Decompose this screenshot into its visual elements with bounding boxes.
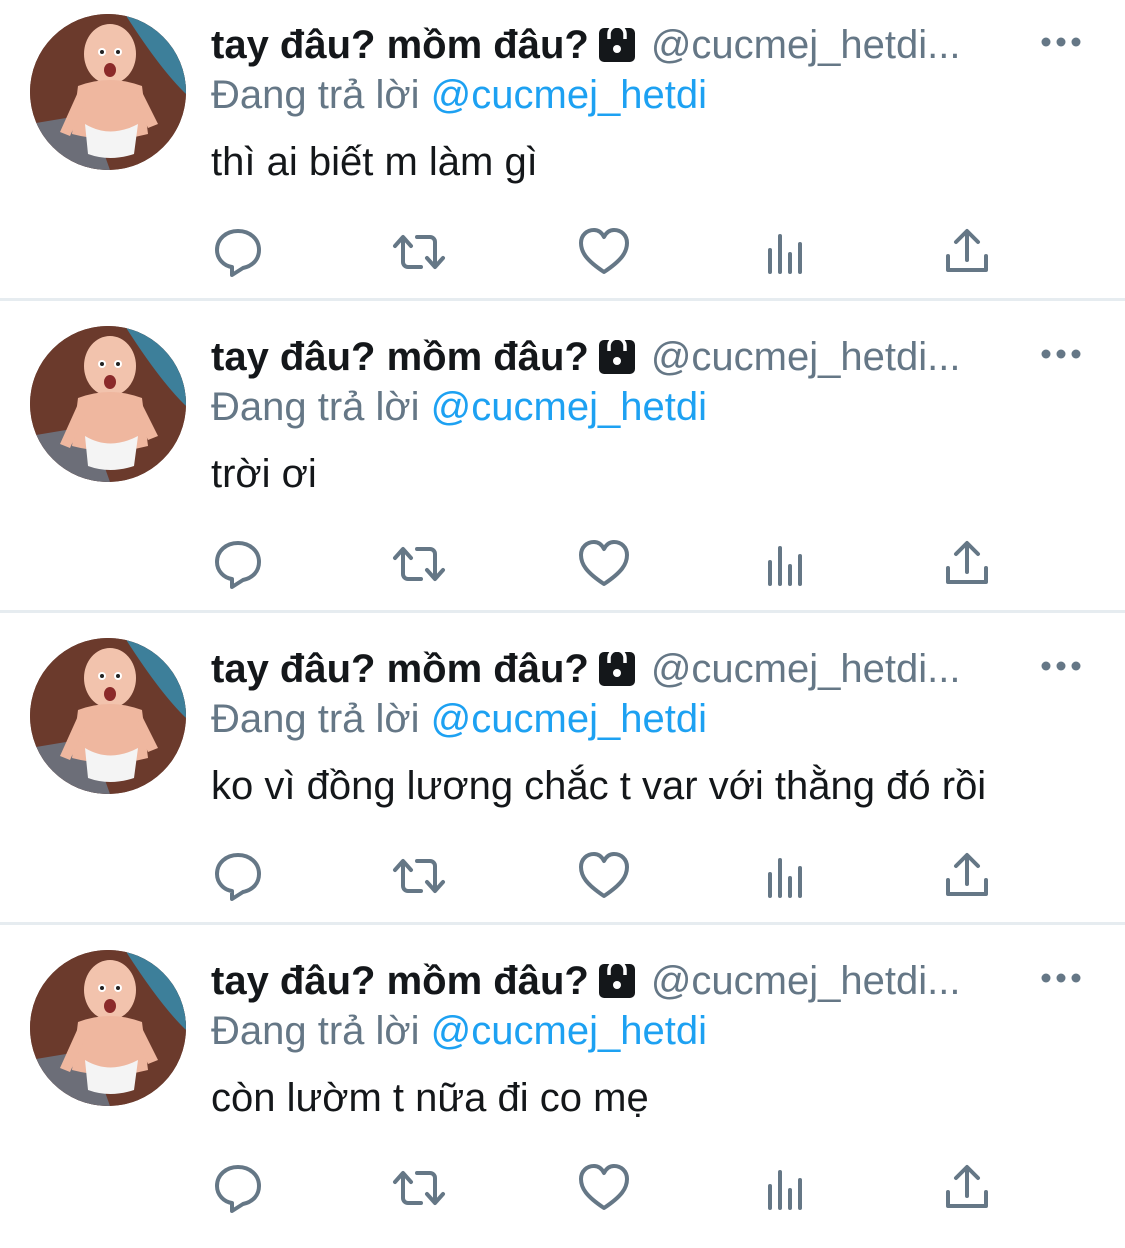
reply-button[interactable] <box>210 536 266 592</box>
retweet-icon <box>393 235 445 269</box>
tweet[interactable]: tay đâu? mồm đâu? @cucmej_hetdi... Đang t… <box>0 936 1125 1248</box>
tweet-divider <box>0 610 1125 613</box>
retweet-icon <box>393 859 445 893</box>
analytics-icon <box>768 234 802 274</box>
analytics-icon <box>768 546 802 586</box>
more-icon[interactable] <box>1040 968 1082 988</box>
analytics-button[interactable] <box>758 224 814 280</box>
tweet-header: tay đâu? mồm đâu? @cucmej_hetdi... <box>211 954 1041 1008</box>
reply-prefix: Đang trả lời <box>211 1009 420 1053</box>
display-name[interactable]: tay đâu? mồm đâu? <box>211 959 589 1003</box>
reply-icon <box>215 1165 261 1213</box>
tweet-divider <box>0 298 1125 301</box>
reply-icon <box>215 541 261 589</box>
display-name[interactable]: tay đâu? mồm đâu? <box>211 335 589 379</box>
more-icon[interactable] <box>1040 32 1082 52</box>
reply-mention-link[interactable]: @cucmej_hetdi <box>431 73 707 117</box>
heart-icon <box>579 540 629 586</box>
like-button[interactable] <box>576 1160 632 1216</box>
reply-feed: tay đâu? mồm đâu? @cucmej_hetdi... Đang t… <box>0 0 1125 1223</box>
reply-context: Đang trả lời @cucmej_hetdi <box>211 70 707 120</box>
lock-icon <box>598 960 635 998</box>
display-name[interactable]: tay đâu? mồm đâu? <box>211 647 589 691</box>
share-icon <box>946 229 988 272</box>
reply-context: Đang trả lời @cucmej_hetdi <box>211 694 707 744</box>
tweet-header: tay đâu? mồm đâu? @cucmej_hetdi... <box>211 642 1041 696</box>
analytics-button[interactable] <box>758 1160 814 1216</box>
more-icon[interactable] <box>1040 656 1082 676</box>
retweet-button[interactable] <box>391 848 447 904</box>
avatar[interactable] <box>30 326 186 482</box>
avatar[interactable] <box>30 14 186 170</box>
share-icon <box>946 1165 988 1208</box>
share-button[interactable] <box>939 1160 995 1216</box>
retweet-icon <box>393 1171 445 1205</box>
handle[interactable]: @cucmej_hetdi... <box>651 335 961 379</box>
handle[interactable]: @cucmej_hetdi... <box>651 647 961 691</box>
tweet[interactable]: tay đâu? mồm đâu? @cucmej_hetdi... Đang t… <box>0 624 1125 936</box>
share-button[interactable] <box>939 848 995 904</box>
tweet-text: thì ai biết m làm gì <box>211 140 538 184</box>
tweet-text: còn lườm t nữa đi co mẹ <box>211 1076 649 1120</box>
retweet-button[interactable] <box>391 224 447 280</box>
reply-mention-link[interactable]: @cucmej_hetdi <box>431 385 707 429</box>
tweet-text: ko vì đồng lương chắc t var với thằng đó… <box>211 764 987 808</box>
handle[interactable]: @cucmej_hetdi... <box>651 23 961 67</box>
lock-icon <box>598 24 635 62</box>
analytics-button[interactable] <box>758 848 814 904</box>
more-icon[interactable] <box>1040 344 1082 364</box>
tweet-divider <box>0 922 1125 925</box>
lock-icon <box>598 336 635 374</box>
like-button[interactable] <box>576 224 632 280</box>
retweet-button[interactable] <box>391 536 447 592</box>
share-icon <box>946 853 988 896</box>
avatar[interactable] <box>30 638 186 794</box>
analytics-icon <box>768 858 802 898</box>
tweet[interactable]: tay đâu? mồm đâu? @cucmej_hetdi... Đang t… <box>0 0 1125 312</box>
like-button[interactable] <box>576 536 632 592</box>
analytics-button[interactable] <box>758 536 814 592</box>
tweet-header: tay đâu? mồm đâu? @cucmej_hetdi... <box>211 330 1041 384</box>
reply-context: Đang trả lời @cucmej_hetdi <box>211 382 707 432</box>
share-button[interactable] <box>939 224 995 280</box>
reply-mention-link[interactable]: @cucmej_hetdi <box>431 697 707 741</box>
like-button[interactable] <box>576 848 632 904</box>
reply-mention-link[interactable]: @cucmej_hetdi <box>431 1009 707 1053</box>
reply-button[interactable] <box>210 224 266 280</box>
avatar[interactable] <box>30 950 186 1106</box>
retweet-button[interactable] <box>391 1160 447 1216</box>
share-button[interactable] <box>939 536 995 592</box>
heart-icon <box>579 1164 629 1210</box>
reply-button[interactable] <box>210 1160 266 1216</box>
tweet[interactable]: tay đâu? mồm đâu? @cucmej_hetdi... Đang t… <box>0 312 1125 624</box>
reply-prefix: Đang trả lời <box>211 697 420 741</box>
retweet-icon <box>393 547 445 581</box>
reply-context: Đang trả lời @cucmej_hetdi <box>211 1006 707 1056</box>
reply-icon <box>215 229 261 277</box>
reply-button[interactable] <box>210 848 266 904</box>
lock-icon <box>598 648 635 686</box>
tweet-text: trời ơi <box>211 452 317 496</box>
display-name[interactable]: tay đâu? mồm đâu? <box>211 23 589 67</box>
handle[interactable]: @cucmej_hetdi... <box>651 959 961 1003</box>
share-icon <box>946 541 988 584</box>
reply-icon <box>215 853 261 901</box>
heart-icon <box>579 228 629 274</box>
tweet-header: tay đâu? mồm đâu? @cucmej_hetdi... <box>211 18 1041 72</box>
analytics-icon <box>768 1170 802 1210</box>
reply-prefix: Đang trả lời <box>211 385 420 429</box>
heart-icon <box>579 852 629 898</box>
reply-prefix: Đang trả lời <box>211 73 420 117</box>
